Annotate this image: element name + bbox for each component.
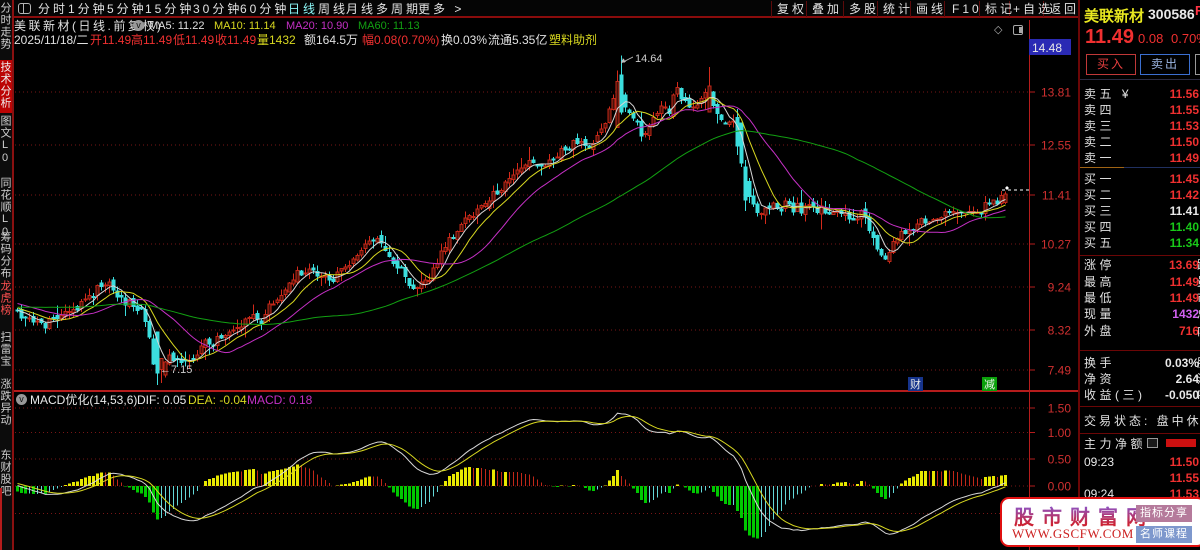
svg-text:13.81: 13.81 <box>1041 86 1071 100</box>
svg-text:10.27: 10.27 <box>1041 238 1071 252</box>
svg-text:0.50: 0.50 <box>1048 453 1072 467</box>
svg-text:1.00: 1.00 <box>1048 426 1072 440</box>
svg-text:1.50: 1.50 <box>1048 402 1072 416</box>
svg-text:12.55: 12.55 <box>1041 139 1071 153</box>
svg-text:11.41: 11.41 <box>1042 189 1071 203</box>
svg-text:←7.15: ←7.15 <box>160 364 192 376</box>
svg-text:8.32: 8.32 <box>1048 324 1072 338</box>
svg-text:14.64: 14.64 <box>635 53 663 65</box>
svg-text:减: 减 <box>984 378 995 391</box>
svg-text:财: 财 <box>910 377 921 391</box>
svg-text:0.00: 0.00 <box>1048 480 1072 494</box>
svg-text:9.24: 9.24 <box>1048 281 1072 295</box>
svg-text:7.49: 7.49 <box>1048 364 1072 378</box>
svg-text:14.48: 14.48 <box>1032 41 1062 55</box>
